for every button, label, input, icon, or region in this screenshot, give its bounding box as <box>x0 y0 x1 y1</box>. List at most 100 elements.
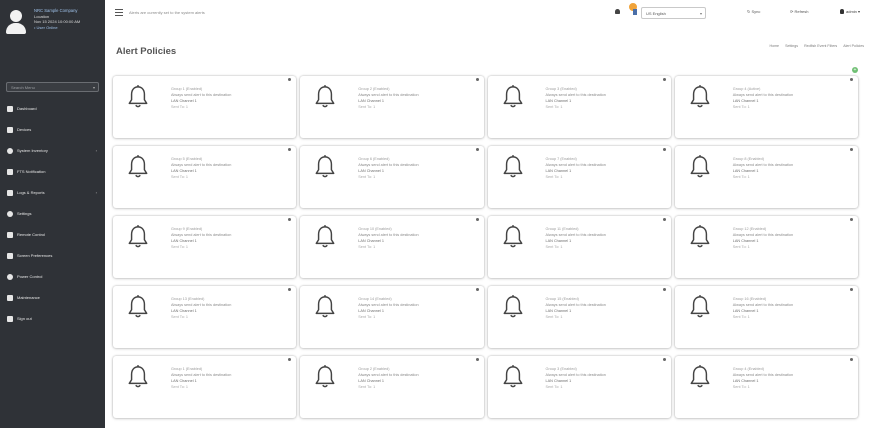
policy-send-to: Sent To: 1 <box>732 175 750 179</box>
policy-send-to: Sent To: 1 <box>171 105 189 109</box>
card-menu-icon[interactable] <box>288 78 292 81</box>
user-menu[interactable]: admin ▾ <box>840 9 860 14</box>
avatar <box>6 10 26 34</box>
card-menu-icon[interactable] <box>288 288 292 291</box>
sidebar-item[interactable]: System Inventory › <box>0 140 105 161</box>
policy-card[interactable]: Group 4 (Enabled) Always send alert to th… <box>674 356 858 418</box>
policy-card[interactable]: Group 4 (Active) Always send alert to thi… <box>674 76 858 138</box>
remote-icon <box>7 231 13 238</box>
sidebar-item[interactable]: Maintenance <box>0 287 105 308</box>
notification-bell-icon[interactable] <box>615 9 620 14</box>
policy-card[interactable]: Group 5 (Enabled) Always send alert to th… <box>113 146 297 208</box>
sidebar-item[interactable]: Screen Preferences <box>0 245 105 266</box>
policy-card[interactable]: Group 15 (Enabled) Always send alert to t… <box>487 286 671 348</box>
language-select[interactable]: US English ▾ <box>641 7 706 19</box>
sidebar-item[interactable]: Logs & Reports › <box>0 182 105 203</box>
sidebar-item[interactable]: Dashboard <box>0 98 105 119</box>
card-menu-icon[interactable] <box>475 218 479 221</box>
card-menu-icon[interactable] <box>850 148 853 151</box>
user-icon <box>840 9 844 14</box>
chevron-right-icon: › <box>95 148 97 153</box>
policy-info: Group 3 (Enabled) Always send alert to th… <box>546 86 606 132</box>
sidebar-item[interactable]: Sign out <box>0 308 105 329</box>
bell-icon <box>127 154 153 184</box>
policy-info: Group 11 (Enabled) Always send alert to t… <box>546 226 606 272</box>
card-menu-icon[interactable] <box>475 288 479 291</box>
policy-send-to: Sent To: 1 <box>358 175 376 179</box>
sidebar-nav: Dashboard Devices System Inventory › FTS Not… <box>0 98 105 329</box>
breadcrumb-settings[interactable]: Settings <box>785 44 798 48</box>
sidebar-item[interactable]: Power Control <box>0 266 105 287</box>
policy-info: Group 12 (Enabled) Always send alert to t… <box>733 226 793 272</box>
inventory-icon <box>7 147 13 154</box>
sidebar-item[interactable]: FTS Notification <box>0 161 105 182</box>
card-menu-icon[interactable] <box>662 218 666 221</box>
card-menu-icon[interactable] <box>288 218 292 221</box>
policy-info: Group 7 (Enabled) Always send alert to th… <box>546 156 606 202</box>
card-menu-icon[interactable] <box>662 148 666 151</box>
policy-info: Group 13 (Enabled) Always send alert to t… <box>171 296 231 342</box>
policy-info: Group 10 (Enabled) Always send alert to t… <box>358 226 418 272</box>
policy-card[interactable]: Group 13 (Enabled) Always send alert to t… <box>113 286 297 348</box>
card-menu-icon[interactable] <box>475 358 479 361</box>
policy-card[interactable]: Group 11 (Enabled) Always send alert to t… <box>487 216 671 278</box>
sidebar-item-label: Power Control <box>17 274 43 279</box>
sidebar-item[interactable]: Devices <box>0 119 105 140</box>
bell-icon <box>127 364 153 394</box>
policy-card[interactable]: Group 14 (Enabled) Always send alert to t… <box>300 286 484 348</box>
refresh-button[interactable]: ⟳ Refresh <box>790 9 808 14</box>
bell-icon <box>127 294 153 324</box>
card-menu-icon[interactable] <box>475 148 479 151</box>
policy-card[interactable]: Group 12 (Enabled) Always send alert to t… <box>674 216 858 278</box>
sidebar-item-label: Maintenance <box>17 295 40 300</box>
card-menu-icon[interactable] <box>850 358 853 361</box>
policy-send-to: Sent To: 1 <box>171 175 189 179</box>
card-menu-icon[interactable] <box>288 148 292 151</box>
policy-card[interactable]: Group 2 (Enabled) Always send alert to th… <box>300 356 484 418</box>
user-label: admin ▾ <box>846 9 861 14</box>
policy-info: Group 5 (Enabled) Always send alert to th… <box>171 156 231 202</box>
policy-card[interactable]: Group 1 (Enabled) Always send alert to th… <box>113 356 297 418</box>
policy-card[interactable]: Group 2 (Enabled) Always send alert to th… <box>300 76 484 138</box>
hamburger-menu-icon[interactable] <box>115 9 123 16</box>
card-menu-icon[interactable] <box>850 218 853 221</box>
policy-info: Group 4 (Enabled) Always send alert to th… <box>733 366 793 412</box>
brand-title[interactable]: NRC Sample Company <box>34 8 80 14</box>
policy-card[interactable]: Group 7 (Enabled) Always send alert to th… <box>487 146 671 208</box>
policy-card[interactable]: Group 1 (Enabled) Always send alert to th… <box>113 76 297 138</box>
policy-info: Group 8 (Enabled) Always send alert to th… <box>733 156 793 202</box>
breadcrumb-home[interactable]: Home <box>769 44 779 48</box>
card-menu-icon[interactable] <box>662 358 666 361</box>
card-menu-icon[interactable] <box>475 78 479 81</box>
policy-info: Group 1 (Enabled) Always send alert to th… <box>171 366 231 412</box>
policy-card[interactable]: Group 10 (Enabled) Always send alert to t… <box>300 216 484 278</box>
policy-card[interactable]: Group 9 (Enabled) Always send alert to th… <box>113 216 297 278</box>
policy-card[interactable]: Group 6 (Enabled) Always send alert to th… <box>300 146 484 208</box>
policy-card[interactable]: Group 8 (Enabled) Always send alert to th… <box>674 146 858 208</box>
card-menu-icon[interactable] <box>850 288 853 291</box>
breadcrumb-event-filters[interactable]: Redfish Event Filters <box>804 44 837 48</box>
card-menu-icon[interactable] <box>850 78 853 81</box>
policy-info: Group 2 (Enabled) Always send alert to th… <box>358 86 418 132</box>
card-menu-icon[interactable] <box>662 78 666 81</box>
add-policy-button[interactable]: + <box>852 67 858 73</box>
chevron-down-icon: ▾ <box>92 85 95 90</box>
card-menu-icon[interactable] <box>662 288 666 291</box>
policy-card[interactable]: Group 3 (Enabled) Always send alert to th… <box>487 76 671 138</box>
policy-info: Group 15 (Enabled) Always send alert to t… <box>546 296 606 342</box>
policy-card[interactable]: Group 3 (Enabled) Always send alert to th… <box>487 356 671 418</box>
sidebar-item-label: Remote Control <box>17 232 46 237</box>
card-menu-icon[interactable] <box>288 358 292 361</box>
bell-icon <box>314 84 340 114</box>
policy-card[interactable]: Group 16 (Enabled) Always send alert to t… <box>674 286 858 348</box>
sidebar-item[interactable]: Remote Control <box>0 224 105 245</box>
bell-icon <box>502 364 528 394</box>
sync-button[interactable]: ↻ Sync <box>747 9 760 14</box>
sidebar-item[interactable]: Settings <box>0 203 105 224</box>
breadcrumb-current: Alert Policies <box>843 44 864 48</box>
sidebar-item-label: Settings <box>17 211 32 216</box>
policy-info: Group 6 (Enabled) Always send alert to th… <box>358 156 418 202</box>
policy-send-to: Sent To: 1 <box>732 245 750 249</box>
sidebar-search-input[interactable]: Search Menu ▾ <box>6 82 99 92</box>
bell-icon <box>127 224 153 254</box>
